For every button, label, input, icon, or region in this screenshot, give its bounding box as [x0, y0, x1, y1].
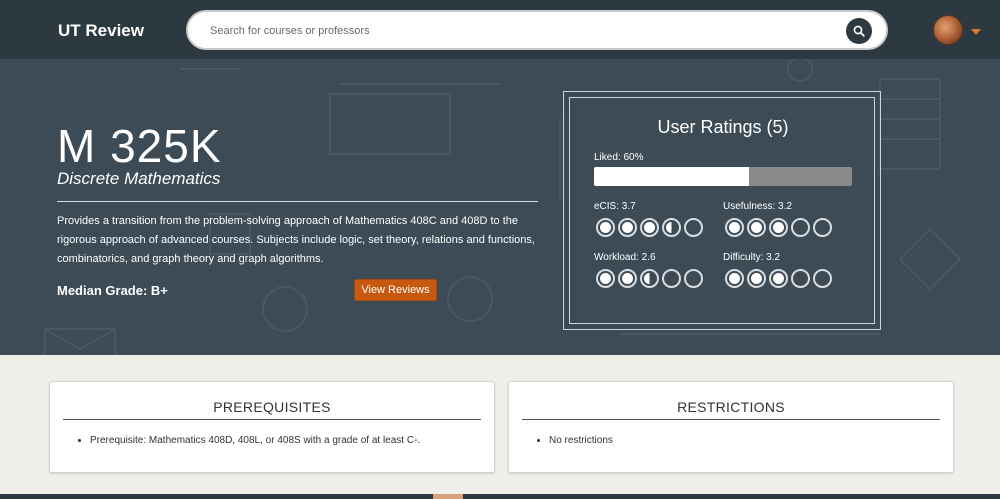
usefulness-rating-dots [725, 218, 832, 237]
rating-dot-fill [622, 273, 633, 284]
rating-dot [725, 218, 744, 237]
rating-dot [747, 269, 766, 288]
bottom-strip-accent [433, 494, 463, 499]
median-grade: Median Grade: B+ [57, 283, 168, 298]
rating-dot-half-fill [644, 273, 655, 284]
course-code: M 325K [57, 120, 222, 172]
ratings-title: User Ratings (5) [657, 117, 789, 137]
rating-dot-fill [622, 222, 633, 233]
ecis-rating-dots [596, 218, 703, 237]
workload-rating-dots [596, 269, 703, 288]
rating-dot-fill [600, 222, 611, 233]
liked-progress-bar [594, 167, 852, 186]
prerequisite-item: Prerequisite: Mathematics 408D, 408L, or… [90, 435, 420, 446]
rating-dot [596, 269, 615, 288]
rating-dot [725, 269, 744, 288]
usefulness-label: Usefulness: 3.2 [723, 201, 792, 212]
rating-dot [769, 269, 788, 288]
rating-dot [618, 269, 637, 288]
rating-dot-fill [600, 273, 611, 284]
rating-dot [791, 269, 810, 288]
rating-dot-fill [751, 273, 762, 284]
restrictions-list: No restrictions [537, 435, 613, 446]
difficulty-label: Difficulty: 3.2 [723, 252, 781, 263]
divider [57, 201, 538, 202]
rating-dot-fill [729, 222, 740, 233]
rating-dot-fill [729, 273, 740, 284]
prerequisites-card: PREREQUISITES Prerequisite: Mathematics … [49, 381, 495, 473]
caret-down-icon[interactable] [971, 29, 981, 35]
search-button[interactable] [846, 18, 872, 44]
rating-dot [684, 269, 703, 288]
bottom-strip [0, 494, 1000, 499]
restriction-item: No restrictions [549, 435, 613, 446]
user-ratings-panel: User Ratings (5) Liked: 60% eCIS: 3.7 Us… [563, 91, 881, 330]
search-input[interactable] [210, 21, 810, 41]
prerequisites-list: Prerequisite: Mathematics 408D, 408L, or… [78, 435, 420, 446]
workload-label: Workload: 2.6 [594, 252, 656, 263]
rating-dot [662, 269, 681, 288]
rating-dot [662, 218, 681, 237]
ecis-label: eCIS: 3.7 [594, 201, 636, 212]
restrictions-card: RESTRICTIONS No restrictions [508, 381, 954, 473]
rating-dot-fill [773, 222, 784, 233]
brand-logo[interactable]: UT Review [58, 21, 144, 41]
rating-dot [747, 218, 766, 237]
prerequisites-title: PREREQUISITES [213, 399, 331, 415]
rating-dot-fill [751, 222, 762, 233]
liked-progress-fill [594, 167, 749, 186]
rating-dot-half-fill [666, 222, 677, 233]
course-title: Discrete Mathematics [57, 169, 221, 188]
rating-dot [618, 218, 637, 237]
rating-dot-fill [773, 273, 784, 284]
user-avatar[interactable] [933, 15, 963, 45]
rating-dot [684, 218, 703, 237]
restrictions-divider [522, 419, 940, 420]
search-icon [853, 25, 865, 37]
user-ratings-inner-frame: User Ratings (5) Liked: 60% eCIS: 3.7 Us… [569, 97, 875, 324]
rating-dot [813, 269, 832, 288]
restrictions-title: RESTRICTIONS [677, 399, 785, 415]
rating-dot [596, 218, 615, 237]
view-reviews-button[interactable]: View Reviews [354, 279, 437, 301]
prerequisites-divider [63, 419, 481, 420]
course-header: M 325K Discrete Mathematics Provides a t… [0, 59, 1000, 355]
rating-dot [813, 218, 832, 237]
rating-dot [769, 218, 788, 237]
search-bar [186, 10, 888, 50]
rating-dot [640, 269, 659, 288]
top-navbar: UT Review [0, 0, 1000, 59]
course-description: Provides a transition from the problem-s… [57, 215, 535, 265]
difficulty-rating-dots [725, 269, 832, 288]
rating-dot-fill [644, 222, 655, 233]
rating-dot [791, 218, 810, 237]
liked-label: Liked: 60% [594, 152, 644, 163]
rating-dot [640, 218, 659, 237]
